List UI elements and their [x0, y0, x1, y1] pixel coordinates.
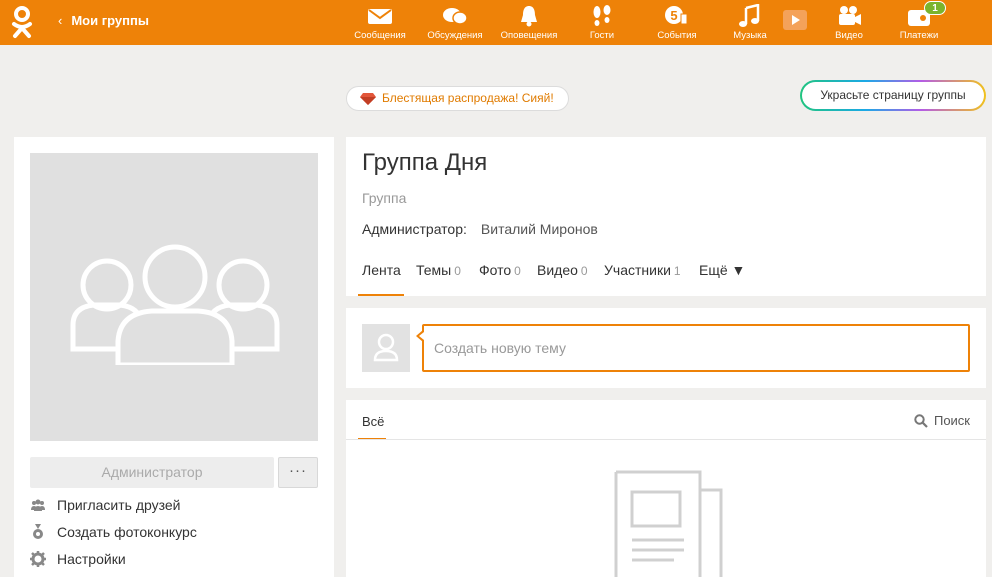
feed-search-label: Поиск [933, 413, 970, 428]
invite-friends-label: Пригласить друзей [57, 497, 181, 513]
more-options-button[interactable]: ··· [278, 457, 318, 488]
nav-messages[interactable]: Сообщения [348, 0, 412, 45]
gem-icon [360, 93, 376, 105]
group-avatar[interactable] [30, 153, 318, 441]
nav-guests-label: Гости [589, 30, 615, 41]
feed-search-button[interactable]: Поиск [914, 413, 970, 428]
nav-events[interactable]: 5 События [645, 0, 709, 45]
tab-topics-label: Темы [416, 262, 452, 278]
events-count: 5 [670, 8, 677, 23]
tab-videos[interactable]: Видео 0 [537, 262, 588, 278]
payments-badge: 1 [924, 1, 946, 15]
active-tab-indicator [358, 294, 404, 296]
nav-guests[interactable]: Гости [570, 0, 634, 45]
nav-music[interactable]: Музыка [718, 0, 782, 45]
tab-feed-label: Лента [362, 262, 401, 278]
back-to-my-groups-link[interactable]: ‹ Мои группы [58, 13, 149, 28]
tab-members[interactable]: Участники 1 [604, 262, 681, 278]
discussions-icon [443, 8, 468, 25]
tab-feed[interactable]: Лента [362, 262, 401, 278]
nav-discussions[interactable]: Обсуждения [423, 0, 487, 45]
group-title: Группа Дня [362, 149, 488, 176]
create-photo-contest-label: Создать фотоконкурс [57, 524, 197, 540]
new-topic-input[interactable]: Создать новую тему [422, 324, 970, 372]
group-sidebar: Администратор ··· Пригласить друзей Созд… [14, 137, 334, 577]
new-topic-card: Создать новую тему [346, 308, 986, 388]
user-silhouette-icon [373, 333, 399, 362]
bell-icon [521, 6, 537, 27]
events-icon: 5 [665, 6, 688, 25]
decorate-group-page-button[interactable]: Украсьте страницу группы [800, 80, 986, 111]
feed-tab-all[interactable]: Всё [362, 414, 384, 429]
footprints-icon [593, 5, 611, 26]
play-icon[interactable] [783, 10, 807, 30]
chevron-left-icon: ‹ [58, 13, 63, 28]
tab-topics[interactable]: Темы 0 [416, 262, 461, 278]
gear-icon [30, 551, 46, 567]
sale-promo-button[interactable]: Блестящая распродажа! Сияй! [346, 86, 569, 111]
tab-photos-count: 0 [514, 264, 521, 278]
tab-photos-label: Фото [479, 262, 512, 278]
nav-events-label: События [657, 30, 697, 41]
people-icon [31, 499, 45, 511]
tab-videos-label: Видео [537, 262, 578, 278]
nav-notifications[interactable]: Оповещения [497, 0, 561, 45]
admin-name-link[interactable]: Виталий Миронов [481, 221, 598, 237]
nav-video[interactable]: Видео [817, 0, 881, 45]
back-link-label: Мои группы [71, 13, 149, 28]
odnoklassniki-logo[interactable] [10, 5, 34, 39]
sale-promo-label: Блестящая распродажа! Сияй! [382, 91, 554, 105]
decorate-group-page-label: Украсьте страницу группы [802, 82, 984, 109]
empty-feed-newspaper-icon [614, 470, 723, 577]
administrator-button[interactable]: Администратор [30, 457, 274, 488]
music-note-icon [739, 4, 760, 27]
group-placeholder-icon [70, 244, 280, 365]
admin-label: Администратор: [362, 221, 467, 237]
settings-label: Настройки [57, 551, 126, 567]
envelope-icon [368, 9, 392, 24]
nav-discussions-label: Обсуждения [427, 30, 483, 41]
tab-members-label: Участники [604, 262, 671, 278]
medal-icon [33, 524, 43, 539]
input-pointer-inner [419, 332, 424, 340]
nav-messages-label: Сообщения [354, 30, 406, 41]
tab-photos[interactable]: Фото 0 [479, 262, 521, 278]
tab-more[interactable]: Ещё ▼ [699, 262, 745, 278]
nav-music-label: Музыка [733, 30, 767, 41]
feed-divider [346, 439, 986, 440]
user-avatar [362, 324, 410, 372]
tab-members-count: 1 [673, 264, 681, 278]
group-header-card: Группа Дня Группа Администратор: Виталий … [346, 137, 986, 296]
nav-payments-label: Платежи [899, 30, 939, 41]
nav-notifications-label: Оповещения [500, 30, 558, 41]
group-type: Группа [362, 190, 407, 206]
tab-videos-count: 0 [580, 264, 588, 278]
search-icon [914, 414, 928, 428]
tab-topics-count: 0 [454, 264, 461, 278]
top-navigation-bar: ‹ Мои группы Сообщения Обсуждения Оповеще… [0, 0, 992, 45]
video-camera-icon [839, 6, 861, 25]
tab-more-label: Ещё ▼ [699, 262, 746, 278]
group-admin-row: Администратор: Виталий Миронов [362, 221, 598, 237]
feed-card: Всё Поиск [346, 400, 986, 577]
